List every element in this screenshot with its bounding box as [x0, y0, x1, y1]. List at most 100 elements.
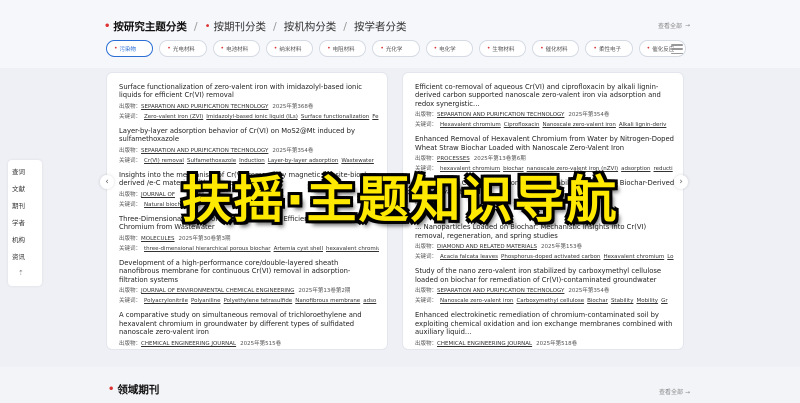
- keyword-link[interactable]: Nanoscale zero-valent iron: [542, 122, 615, 128]
- bottom-view-all-label[interactable]: 查看全部: [659, 389, 683, 396]
- topic-chip[interactable]: • 电池材料: [212, 40, 260, 57]
- topic-chip[interactable]: • 光电材料: [159, 40, 207, 57]
- article-item[interactable]: Surface functionalization of zero-valent…: [119, 83, 379, 120]
- article-title[interactable]: Study of the nano zero-valent iron stabi…: [415, 267, 675, 284]
- article-item[interactable]: Layer-by-layer adsorption behavior of Cr…: [119, 127, 379, 164]
- keyword-link[interactable]: Carboxymethyl cellulose: [516, 298, 584, 304]
- side-nav-item[interactable]: 期刊: [12, 198, 42, 215]
- keyword-link[interactable]: Induction: [239, 158, 265, 164]
- side-nav-item[interactable]: 资讯: [12, 249, 42, 266]
- article-item[interactable]: Evaluation of Cellulose Carbon Aerogel-S…: [415, 179, 675, 216]
- article-title[interactable]: Development of a high-performance core/d…: [119, 259, 379, 284]
- tab-1[interactable]: • 按研究主题分类: [104, 19, 187, 34]
- side-nav-item[interactable]: 学者: [12, 215, 42, 232]
- keyword-link[interactable]: Nanoscale zero-valent iron: [440, 298, 513, 304]
- article-item[interactable]: ... Nanoparticles Loaded on Biochar: Mec…: [415, 223, 675, 260]
- article-item[interactable]: Insights into the mechanism of Cr(VI) re…: [119, 171, 379, 208]
- journal-link[interactable]: SEPARATION AND PURIFICATION TECHNOLOGY: [141, 148, 268, 154]
- keyword-link[interactable]: Mobility: [636, 298, 658, 304]
- keyword-link[interactable]: hexavalent chromiu: [326, 246, 379, 252]
- journal-link[interactable]: MOLECULES: [141, 236, 175, 242]
- keyword-link[interactable]: Sulfamethoxazole: [187, 158, 236, 164]
- view-all-label[interactable]: 查看全部: [658, 21, 682, 30]
- journal-link[interactable]: CHEMICAL ENGINEERING JOURNAL: [141, 341, 236, 347]
- article-title[interactable]: Efficient co-removal of aqueous Cr(VI) a…: [415, 83, 675, 108]
- article-title[interactable]: Enhanced Removal of Hexavalent Chromium …: [415, 135, 675, 152]
- side-nav-item[interactable]: 机构: [12, 232, 42, 249]
- keyword-link[interactable]: Acacia falcata leaves: [440, 254, 498, 260]
- article-item[interactable]: A comparative study on simultaneous remo…: [119, 311, 379, 349]
- keyword-link[interactable]: reducti: [653, 166, 672, 172]
- tab-2[interactable]: • 按期刊分类: [205, 19, 266, 34]
- journal-link[interactable]: DIAMOND AND RELATED MATERIALS: [437, 244, 537, 250]
- keyword-link[interactable]: Biochar: [587, 298, 608, 304]
- keyword-link[interactable]: Wastewater: [341, 158, 374, 164]
- article-item[interactable]: Enhanced Removal of Hexavalent Chromium …: [415, 135, 675, 172]
- article-title[interactable]: Evaluation of Cellulose Carbon Aerogel-S…: [415, 179, 675, 196]
- keyword-link[interactable]: Nanofibrous membrane: [295, 298, 360, 304]
- keyword-link[interactable]: adsorption: [621, 166, 650, 172]
- journal-link[interactable]: JOURNAL OF ENVIRONMENTAL CHEMICAL ENGINE…: [141, 288, 294, 294]
- article-item[interactable]: Development of a high-performance core/d…: [119, 259, 379, 304]
- topic-chip[interactable]: • 电化学: [425, 40, 473, 57]
- keyword-link[interactable]: Polyacrylonitrile: [144, 298, 188, 304]
- article-title[interactable]: Insights into the mechanism of Cr(VI) re…: [119, 171, 379, 188]
- keyword-link[interactable]: Zero-valent iron (ZVI): [144, 114, 203, 120]
- keyword-link[interactable]: Lo: [667, 254, 673, 260]
- view-all-link[interactable]: 查看全部 →: [658, 21, 690, 30]
- side-nav-item[interactable]: 文献: [12, 181, 42, 198]
- keyword-link[interactable]: Stability: [611, 298, 634, 304]
- topic-chip[interactable]: • 生物材料: [478, 40, 527, 57]
- keyword-link[interactable]: Ciprofloxacin: [504, 122, 540, 128]
- journal-link[interactable]: SEPARATION AND PURIFICATION TECHNOLOGY: [141, 104, 268, 110]
- keyword-link[interactable]: Cr(VI) removal: [144, 158, 184, 164]
- bottom-view-all-link[interactable]: 查看全部 →: [659, 387, 690, 396]
- article-item[interactable]: Study of the nano zero-valent iron stabi…: [415, 267, 675, 304]
- article-title[interactable]: Enhanced electrokinetic remediation of c…: [415, 311, 675, 336]
- keyword-link[interactable]: Artemia cyst shell: [274, 246, 323, 252]
- keyword-link[interactable]: Surface functionalization: [301, 114, 369, 120]
- keyword-link[interactable]: Phosphorus-doped activated carbon: [501, 254, 600, 260]
- keyword-link[interactable]: nanoscale zero-valent iron (nZVI): [527, 166, 618, 172]
- side-nav-item[interactable]: 查词: [12, 164, 42, 181]
- keyword-link[interactable]: hexavalent chromium: [440, 166, 500, 172]
- keyword-link[interactable]: Alkali lignin-deriv: [619, 122, 667, 128]
- journal-link[interactable]: PROCESSES: [437, 156, 470, 162]
- topic-chip[interactable]: • 催化材料: [532, 40, 580, 57]
- journal-link[interactable]: SEPARATION AND PURIFICATION TECHNOLOGY: [437, 288, 564, 294]
- keyword-link[interactable]: Hexavalent chromium: [440, 122, 501, 128]
- keyword-link[interactable]: Hexavalent chromium: [603, 254, 664, 260]
- article-title[interactable]: ... Nanoparticles Loaded on Biochar: Mec…: [415, 223, 675, 240]
- keyword-link[interactable]: Natural bioch: [144, 202, 181, 208]
- article-title[interactable]: Surface functionalization of zero-valent…: [119, 83, 379, 100]
- tab-3[interactable]: 按机构分类: [284, 19, 337, 34]
- keyword-link[interactable]: Layer-by-layer adsorption: [268, 158, 339, 164]
- article-title[interactable]: Layer-by-layer adsorption behavior of Cr…: [119, 127, 379, 144]
- keyword-link[interactable]: adso: [363, 298, 376, 304]
- prev-arrow-button[interactable]: ‹: [100, 175, 114, 189]
- keyword-link[interactable]: three-dimensional hierarchical porous bi…: [144, 246, 271, 252]
- keyword-link[interactable]: biochar: [503, 166, 524, 172]
- article-item[interactable]: Enhanced electrokinetic remediation of c…: [415, 311, 675, 349]
- back-to-top-icon[interactable]: ⇡: [12, 266, 42, 280]
- keyword-link[interactable]: Polyaniline: [191, 298, 221, 304]
- topic-chip[interactable]: • 纳米材料: [265, 40, 314, 57]
- topic-chip[interactable]: • 污染物: [106, 40, 154, 57]
- topic-chip[interactable]: • 光化学: [372, 40, 420, 57]
- keyword-link[interactable]: Gr: [661, 298, 668, 304]
- journal-link[interactable]: CHEMICAL ENGINEERING JOURNAL: [437, 341, 532, 347]
- article-title[interactable]: A comparative study on simultaneous remo…: [119, 311, 379, 336]
- article-item[interactable]: Efficient co-removal of aqueous Cr(VI) a…: [415, 83, 675, 128]
- keyword-link[interactable]: Imidazolyl-based ionic liquid (ILs): [206, 114, 298, 120]
- menu-icon[interactable]: [671, 44, 683, 54]
- journal-link[interactable]: SEPARATION AND PURIFICATION TECHNOLOGY: [437, 112, 564, 118]
- keyword-link[interactable]: Fe: [372, 114, 378, 120]
- topic-chip[interactable]: • 电阻材料: [319, 40, 367, 57]
- article-title[interactable]: Three-Dimensional ... Support Nanopartic…: [119, 215, 379, 232]
- tab-4[interactable]: 按学者分类: [354, 19, 407, 34]
- keyword-link[interactable]: Polyethylene tetrasulfide: [224, 298, 293, 304]
- article-item[interactable]: Three-Dimensional ... Support Nanopartic…: [119, 215, 379, 252]
- next-arrow-button[interactable]: ›: [674, 175, 688, 189]
- journal-link[interactable]: JOURNAL OF: [141, 192, 175, 198]
- topic-chip[interactable]: • 柔性电子: [585, 40, 633, 57]
